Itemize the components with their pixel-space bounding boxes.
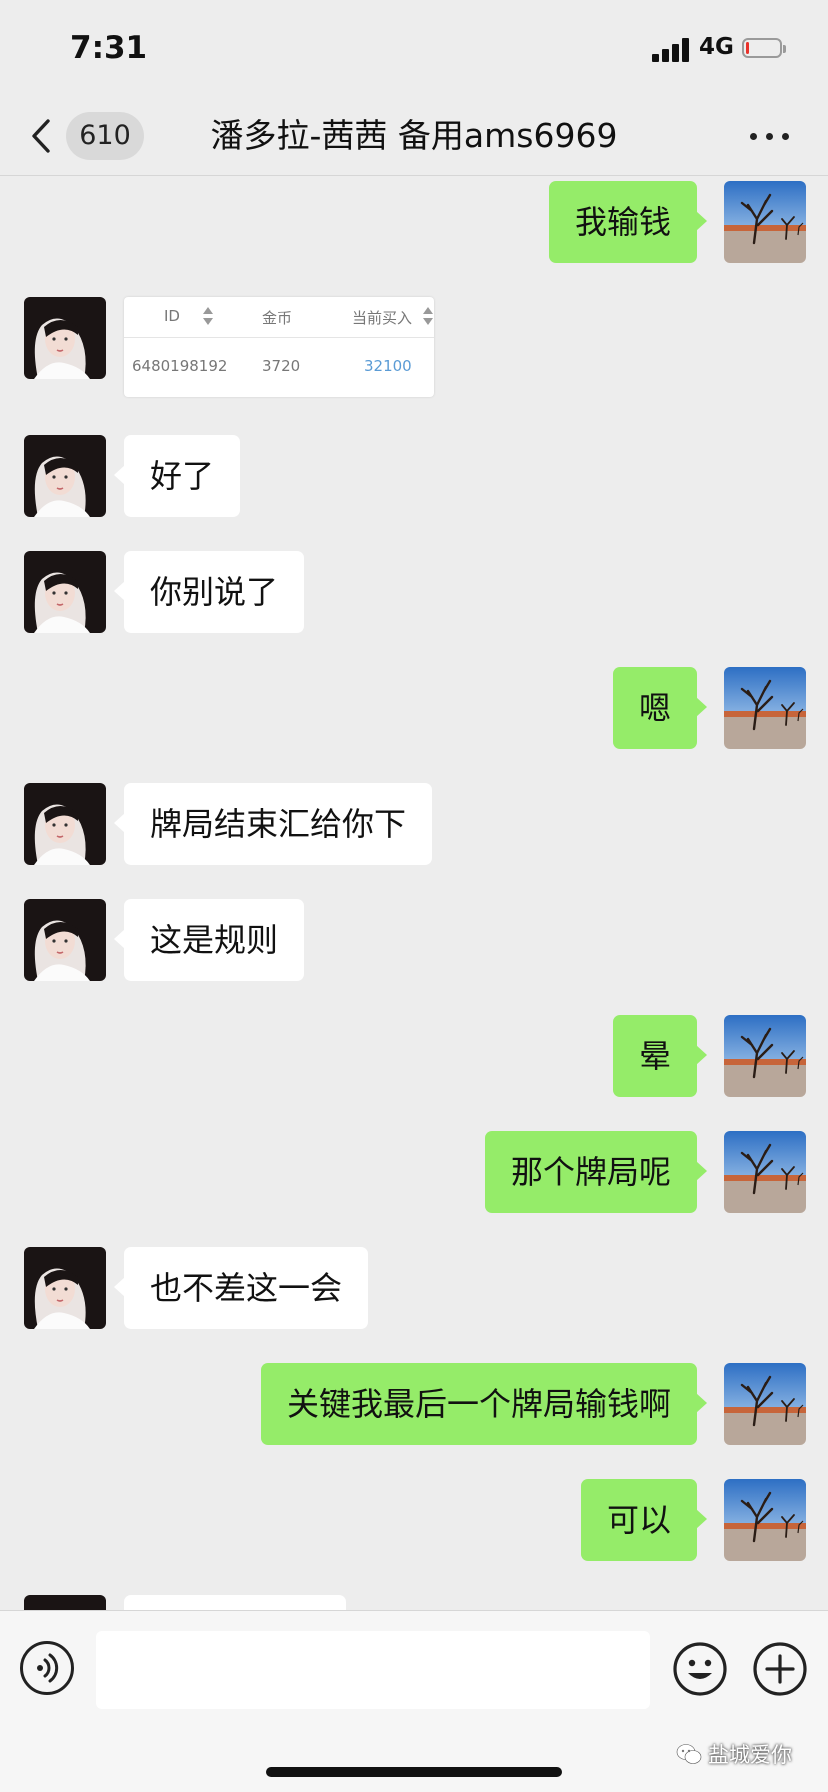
- message-bubble-incoming[interactable]: 好了: [113, 435, 241, 517]
- watermark: 盐城爱你: [676, 1739, 818, 1775]
- message-bubble-outgoing[interactable]: 我输钱: [548, 181, 708, 263]
- status-time: 7:31: [70, 30, 148, 66]
- message-input[interactable]: [96, 1631, 650, 1709]
- message-bubble-outgoing[interactable]: 嗯: [612, 667, 708, 749]
- message-bubble-outgoing[interactable]: 晕: [612, 1015, 708, 1097]
- more-options-button[interactable]: [746, 122, 794, 150]
- contact-avatar[interactable]: [24, 435, 106, 517]
- sort-icon: [423, 307, 433, 325]
- message-bubble-incoming[interactable]: 这是规则: [113, 899, 305, 981]
- my-avatar[interactable]: [724, 1015, 806, 1097]
- my-avatar[interactable]: [724, 1363, 806, 1445]
- watermark-text: 盐城爱你: [708, 1743, 792, 1767]
- tree-landscape-avatar-image: [724, 1479, 806, 1561]
- chevron-left-icon: [32, 119, 50, 153]
- contact-avatar[interactable]: [24, 1247, 106, 1329]
- wechat-logo-icon: [676, 1744, 702, 1764]
- tree-landscape-avatar-image: [724, 1363, 806, 1445]
- voice-input-button[interactable]: [20, 1641, 74, 1695]
- girl-portrait-avatar-image: [24, 297, 106, 379]
- contact-avatar[interactable]: [24, 899, 106, 981]
- tree-landscape-avatar-image: [724, 1015, 806, 1097]
- more-dot-icon: [750, 133, 757, 140]
- plus-icon[interactable]: [752, 1641, 808, 1697]
- unread-count-badge: 610: [66, 112, 144, 160]
- message-bubble-incoming[interactable]: 你别说了: [113, 551, 305, 633]
- chat-title: 潘多拉-茜茜 备用ams6969: [210, 116, 618, 155]
- message-bubble-incoming[interactable]: 也不差这一会: [113, 1247, 369, 1329]
- girl-portrait-avatar-image: [24, 551, 106, 633]
- table-header-buyin: 当前买入: [352, 309, 413, 327]
- message-bubble-outgoing[interactable]: 关键我最后一个牌局输钱啊: [260, 1363, 708, 1445]
- home-indicator[interactable]: [266, 1767, 562, 1777]
- girl-portrait-avatar-image: [24, 1595, 106, 1610]
- my-avatar[interactable]: [724, 181, 806, 263]
- girl-portrait-avatar-image: [24, 899, 106, 981]
- sort-icon: [203, 307, 213, 325]
- contact-avatar[interactable]: [24, 1595, 106, 1610]
- more-dot-icon: [782, 133, 789, 140]
- girl-portrait-avatar-image: [24, 783, 106, 865]
- table-image-message[interactable]: ID 金币 当前买入 6480198192 3720 32100: [124, 297, 434, 397]
- message-bubble-incoming[interactable]: [124, 1595, 346, 1610]
- message-bubble-incoming[interactable]: 牌局结束汇给你下: [113, 783, 433, 865]
- chat-screen: 7:31 4G 610 潘多拉-茜茜 备用ams6969 我输钱 ID 金币 当…: [0, 0, 828, 1792]
- table-cell-id: 6480198192: [132, 357, 228, 375]
- my-avatar[interactable]: [724, 1131, 806, 1213]
- battery-icon: [742, 38, 788, 60]
- my-avatar[interactable]: [724, 1479, 806, 1561]
- table-header-row: ID 金币 当前买入: [124, 297, 434, 338]
- my-avatar[interactable]: [724, 667, 806, 749]
- message-bubble-outgoing[interactable]: 那个牌局呢: [484, 1131, 708, 1213]
- contact-avatar[interactable]: [24, 297, 106, 379]
- signal-icon: [652, 38, 692, 62]
- back-button[interactable]: 610: [28, 110, 148, 162]
- contact-avatar[interactable]: [24, 551, 106, 633]
- girl-portrait-avatar-image: [24, 435, 106, 517]
- input-bar: 盐城爱你: [0, 1610, 828, 1792]
- table-cell-buyin: 32100: [364, 357, 412, 375]
- more-dot-icon: [766, 133, 773, 140]
- tree-landscape-avatar-image: [724, 1131, 806, 1213]
- network-label: 4G: [699, 34, 734, 60]
- tree-landscape-avatar-image: [724, 181, 806, 263]
- table-cell-coins: 3720: [262, 357, 301, 375]
- girl-portrait-avatar-image: [24, 1247, 106, 1329]
- status-bar: 7:31 4G: [0, 0, 828, 96]
- table-header-id: ID: [164, 307, 180, 325]
- message-list[interactable]: 我输钱 ID 金币 当前买入 6480198192 3720 32100 好了 …: [0, 176, 828, 1610]
- message-bubble-outgoing[interactable]: 可以: [580, 1479, 708, 1561]
- voice-icon: [37, 1653, 59, 1683]
- emoji-icon[interactable]: [672, 1641, 728, 1697]
- nav-bar: 610 潘多拉-茜茜 备用ams6969: [0, 96, 828, 176]
- tree-landscape-avatar-image: [724, 667, 806, 749]
- table-header-coins: 金币: [262, 309, 293, 327]
- contact-avatar[interactable]: [24, 783, 106, 865]
